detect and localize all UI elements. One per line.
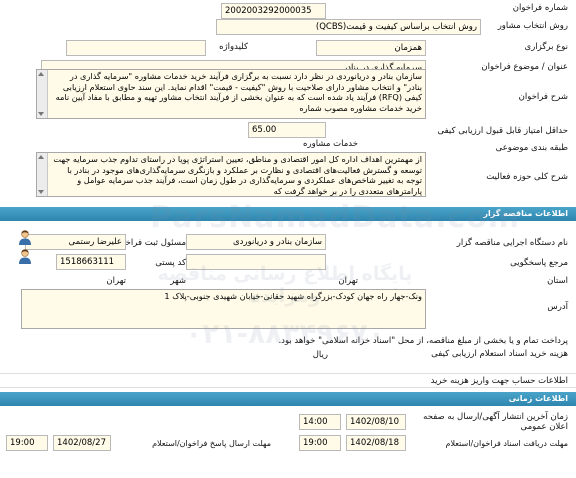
account-info-label: اطلاعات حساب جهت واریز هزینه خرید xyxy=(430,376,568,386)
doc-deadline-date-field[interactable]: 1402/08/18 xyxy=(346,435,406,451)
executor-field[interactable]: سازمان بنادر و دریانوردی xyxy=(186,234,326,250)
currency-label: ریال xyxy=(312,350,328,360)
address-label: آدرس xyxy=(547,302,568,312)
subject-class-value: خدمات مشاوره xyxy=(303,139,358,149)
activity-scope-label: شرح کلی حوزه فعالیت xyxy=(486,172,568,182)
min-score-label: حداقل امتیاز قابل قبول ارزیابی کیفی xyxy=(437,126,568,136)
subject-class-label: طبقه بندی موضوعی xyxy=(495,143,568,153)
description-text: سازمان بنادر و دریانوردی در نظر دارد نسب… xyxy=(55,71,422,113)
user-icon[interactable] xyxy=(18,229,32,245)
scroll-up-icon[interactable] xyxy=(38,72,44,76)
scroll-down-icon[interactable] xyxy=(38,190,44,194)
holding-type-label: نوع برگزاری xyxy=(524,42,568,52)
publish-time-label: زمان آخرین انتشار آگهی/ارسال به صفحه اعل… xyxy=(423,412,568,432)
time-section-header: اطلاعات زمانی xyxy=(0,392,576,406)
scroll-down-icon[interactable] xyxy=(38,112,44,116)
description-label: شرح فراخوان xyxy=(518,92,568,102)
city-value: تهران xyxy=(106,276,126,286)
response-deadline-date-field[interactable]: 1402/08/27 xyxy=(53,435,111,451)
title-label: عنوان / موضوع فراخوان xyxy=(481,62,568,72)
postal-code-field[interactable]: 1518663111 xyxy=(56,254,126,270)
activity-scope-textarea[interactable]: از مهمترین اهداف اداره کل امور اقتصادی و… xyxy=(36,152,426,197)
divider xyxy=(0,373,576,374)
payment-notice: پرداخت تمام و یا بخشی از مبلغ مناقصه، از… xyxy=(278,336,568,346)
user-icon[interactable] xyxy=(18,248,32,264)
holding-type-field[interactable]: همزمان xyxy=(316,40,426,56)
divider xyxy=(0,387,576,388)
response-deadline-time-field[interactable]: 19:00 xyxy=(6,435,48,451)
min-score-field[interactable]: 65.00 xyxy=(248,122,326,138)
response-deadline-label: مهلت ارسال پاسخ فراخوان/استعلام xyxy=(152,439,271,448)
description-textarea[interactable]: سازمان بنادر و دریانوردی در نظر دارد نسب… xyxy=(36,69,426,119)
tender-number-field[interactable]: 2002003292000035 xyxy=(221,3,326,19)
keyword-field[interactable] xyxy=(66,40,206,56)
reference-label: مرجع پاسخگویی xyxy=(510,258,568,268)
city-label: شهر xyxy=(170,276,186,286)
postal-code-label: کد پستی xyxy=(155,258,186,268)
activity-scope-scrollbar[interactable] xyxy=(37,153,48,196)
address-textarea[interactable]: ونک-جهار راه جهان کودک-بزرگراه شهید حقان… xyxy=(21,289,426,329)
official-field[interactable]: علیرضا رستمی xyxy=(25,234,126,250)
executor-label: نام دستگاه اجرایی مناقصه گزار xyxy=(456,238,568,248)
reference-field[interactable] xyxy=(186,254,326,270)
organizer-section-header: اطلاعات مناقصه گزار xyxy=(0,207,576,221)
province-value: تهران xyxy=(338,276,358,286)
activity-scope-text: از مهمترین اهداف اداره کل امور اقتصادی و… xyxy=(53,154,422,196)
keyword-label: کلیدواژه xyxy=(219,42,248,52)
document-cost-label: هزینه خرید اسناد استعلام ارزیابی کیفی xyxy=(431,349,568,359)
publish-date-field[interactable]: 1402/08/10 xyxy=(346,414,406,430)
doc-deadline-time-field[interactable]: 19:00 xyxy=(299,435,341,451)
consultant-selection-field[interactable]: روش انتخاب براساس کیفیت و قیمت(QCBS) xyxy=(216,19,481,35)
doc-deadline-label: مهلت دریافت اسناد فراخوان/استعلام xyxy=(445,439,568,448)
province-label: استان xyxy=(547,276,568,286)
tender-number-label: شماره فراخوان xyxy=(512,3,568,13)
consultant-selection-label: روش انتخاب مشاور xyxy=(497,21,568,31)
scroll-up-icon[interactable] xyxy=(38,155,44,159)
description-scrollbar[interactable] xyxy=(37,70,48,118)
publish-time-field[interactable]: 14:00 xyxy=(299,414,341,430)
address-text: ونک-جهار راه جهان کودک-بزرگراه شهید حقان… xyxy=(164,291,422,301)
